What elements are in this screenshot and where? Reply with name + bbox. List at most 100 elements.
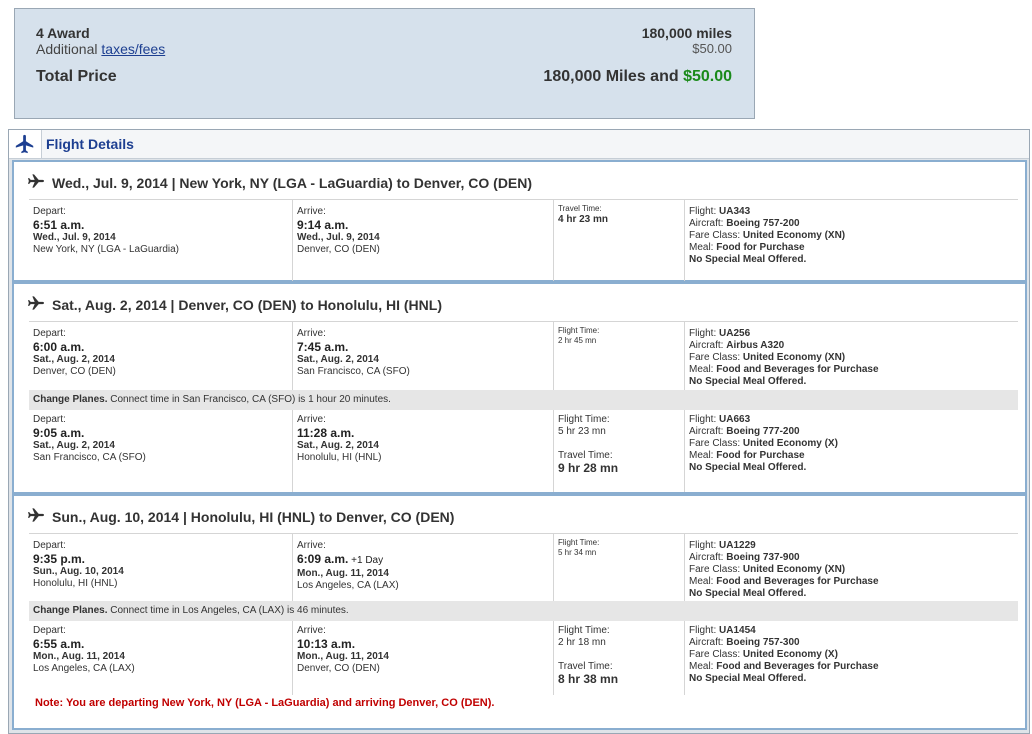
connection-notice: Change Planes. Connect time in Los Angel… xyxy=(29,601,1018,621)
special-meal: No Special Meal Offered. xyxy=(689,673,807,684)
arrive-time: 10:13 a.m. xyxy=(297,637,356,651)
depart-time: 6:55 a.m. xyxy=(33,637,85,651)
depart-cell: Depart: 9:35 p.m. Sun., Aug. 10, 2014 Ho… xyxy=(33,534,291,601)
depart-label: Depart: xyxy=(33,206,66,217)
time-value: 4 hr 23 mn xyxy=(558,214,609,225)
fare-value: United Economy (XN) xyxy=(742,564,846,575)
connection-text: Connect time in San Francisco, CA (SFO) … xyxy=(107,394,391,405)
arrive-cell: Arrive: 9:14 a.m. Wed., Jul. 9, 2014 Den… xyxy=(292,200,555,281)
fare-class: Fare Class: United Economy (XN) xyxy=(689,230,1019,242)
fare-class: Fare Class: United Economy (XN) xyxy=(689,564,1019,576)
depart-cell: Depart: 9:05 a.m. Sat., Aug. 2, 2014 San… xyxy=(33,410,291,492)
aircraft-value: Boeing 777-200 xyxy=(726,426,800,437)
arrive-city: Los Angeles, CA (LAX) xyxy=(297,580,399,591)
total-time-value: 8 hr 38 mn xyxy=(558,672,619,686)
award-label: 4 Award xyxy=(36,25,90,41)
flight-number: Flight: UA1229 xyxy=(689,540,1019,552)
fare-value: United Economy (X) xyxy=(742,438,838,449)
meal-value: Food and Beverages for Purchase xyxy=(716,576,879,587)
award-miles: 180,000 miles xyxy=(641,25,732,41)
flight-value: UA663 xyxy=(719,414,751,425)
aircraft-label: Aircraft: xyxy=(689,637,724,648)
connection-notice: Change Planes. Connect time in San Franc… xyxy=(29,390,1018,410)
arrive-city: Honolulu, HI (HNL) xyxy=(297,452,382,463)
flight-number: Flight: UA663 xyxy=(689,414,1019,426)
arrive-city: Denver, CO (DEN) xyxy=(297,244,380,255)
arrive-time: 6:09 a.m. +1 Day xyxy=(297,552,555,568)
arrive-date: Mon., Aug. 11, 2014 xyxy=(297,651,389,662)
flight-value: UA1454 xyxy=(719,625,756,636)
arrive-cell: Arrive: 7:45 a.m. Sat., Aug. 2, 2014 San… xyxy=(292,322,555,390)
flight-segment: Depart: 6:55 a.m. Mon., Aug. 11, 2014 Lo… xyxy=(29,621,1018,695)
depart-date: Mon., Aug. 11, 2014 xyxy=(33,651,125,662)
aircraft-value: Boeing 757-200 xyxy=(726,218,800,229)
time-cell: Flight Time: 5 hr 23 mn Travel Time: 9 h… xyxy=(553,410,685,492)
fare-label: Fare Class: xyxy=(689,564,741,575)
depart-date: Wed., Jul. 9, 2014 xyxy=(33,232,116,243)
arrive-date: Wed., Jul. 9, 2014 xyxy=(297,232,380,243)
depart-date: Sat., Aug. 2, 2014 xyxy=(33,354,115,365)
flight-label: Flight: xyxy=(689,328,717,339)
aircraft-value: Airbus A320 xyxy=(726,340,785,351)
depart-date: Sat., Aug. 2, 2014 xyxy=(33,440,115,451)
arrive-date: Sat., Aug. 2, 2014 xyxy=(297,354,379,365)
arrive-time: 11:28 a.m. xyxy=(297,426,355,440)
arrive-time: 7:45 a.m. xyxy=(297,340,349,354)
meal: Meal: Food and Beverages for Purchase xyxy=(689,364,1019,376)
depart-city: San Francisco, CA (SFO) xyxy=(33,452,146,463)
flight-label: Flight: xyxy=(689,206,717,217)
depart-time: 6:00 a.m. xyxy=(33,340,85,354)
flight-segment: Depart: 6:00 a.m. Sat., Aug. 2, 2014 Den… xyxy=(29,322,1018,390)
aircraft: Aircraft: Boeing 777-200 xyxy=(689,426,1019,438)
aircraft-label: Aircraft: xyxy=(689,426,724,437)
trip-title: Sun., Aug. 10, 2014 | Honolulu, HI (HNL)… xyxy=(52,508,455,525)
flight-info-cell: Flight: UA343 Aircraft: Boeing 757-200 F… xyxy=(684,200,1019,281)
fare-label: Fare Class: xyxy=(689,352,741,363)
fare-class: Fare Class: United Economy (X) xyxy=(689,438,1019,450)
total-time-value: 9 hr 28 mn xyxy=(558,461,619,475)
aircraft: Aircraft: Boeing 757-300 xyxy=(689,637,1019,649)
depart-city: Honolulu, HI (HNL) xyxy=(33,578,118,589)
flight-number: Flight: UA1454 xyxy=(689,625,1019,637)
depart-city: Denver, CO (DEN) xyxy=(33,366,116,377)
special-meal: No Special Meal Offered. xyxy=(689,462,807,473)
flight-number: Flight: UA256 xyxy=(689,328,1019,340)
flight-details-header: Flight Details xyxy=(9,130,1029,159)
flight-value: UA1229 xyxy=(719,540,756,551)
arrive-city: Denver, CO (DEN) xyxy=(297,663,380,674)
time-cell: Flight Time: 5 hr 34 mn xyxy=(553,534,685,601)
plus-one-day: +1 Day xyxy=(348,555,384,566)
depart-label: Depart: xyxy=(33,328,66,339)
flight-value: UA343 xyxy=(719,206,751,217)
time-label: Flight Time: xyxy=(558,414,610,425)
total-miles: 180,000 Miles and xyxy=(543,68,684,85)
meal: Meal: Food for Purchase xyxy=(689,450,1019,462)
arrive-date: Sat., Aug. 2, 2014 xyxy=(297,440,379,451)
flight-details-panel: Flight Details Wed., Jul. 9, 2014 | New … xyxy=(8,129,1030,734)
arrive-time: 9:14 a.m. xyxy=(297,218,349,232)
meal-value: Food and Beverages for Purchase xyxy=(716,364,879,375)
plane-icon xyxy=(28,174,44,191)
taxes-fees-link[interactable]: taxes/fees xyxy=(101,41,165,57)
depart-label: Depart: xyxy=(33,414,66,425)
depart-time: 9:05 a.m. xyxy=(33,426,85,440)
time-label: Flight Time: xyxy=(558,625,610,636)
flight-segment: Depart: 9:35 p.m. Sun., Aug. 10, 2014 Ho… xyxy=(29,534,1018,601)
departure-note: Note: You are departing New York, NY (LG… xyxy=(35,697,495,709)
total-cash: $50.00 xyxy=(683,68,732,85)
time-label: Flight Time: xyxy=(558,326,600,335)
flight-details-title: Flight Details xyxy=(46,136,134,152)
price-summary: 4 Award 180,000 miles Additional taxes/f… xyxy=(14,8,755,119)
plane-icon xyxy=(28,508,44,525)
depart-cell: Depart: 6:00 a.m. Sat., Aug. 2, 2014 Den… xyxy=(33,322,291,390)
trip-card: Wed., Jul. 9, 2014 | New York, NY (LGA -… xyxy=(12,160,1027,282)
total-label: Total Price xyxy=(36,68,117,85)
arrive-label: Arrive: xyxy=(297,625,326,636)
segment-grid: Depart: 9:35 p.m. Sun., Aug. 10, 2014 Ho… xyxy=(29,533,1018,695)
aircraft-value: Boeing 737-900 xyxy=(726,552,800,563)
time-value: 5 hr 34 mn xyxy=(558,548,597,557)
arrive-label: Arrive: xyxy=(297,414,326,425)
fare-class: Fare Class: United Economy (X) xyxy=(689,649,1019,661)
flight-number: Flight: UA343 xyxy=(689,206,1019,218)
segment-grid: Depart: 6:51 a.m. Wed., Jul. 9, 2014 New… xyxy=(29,199,1018,281)
